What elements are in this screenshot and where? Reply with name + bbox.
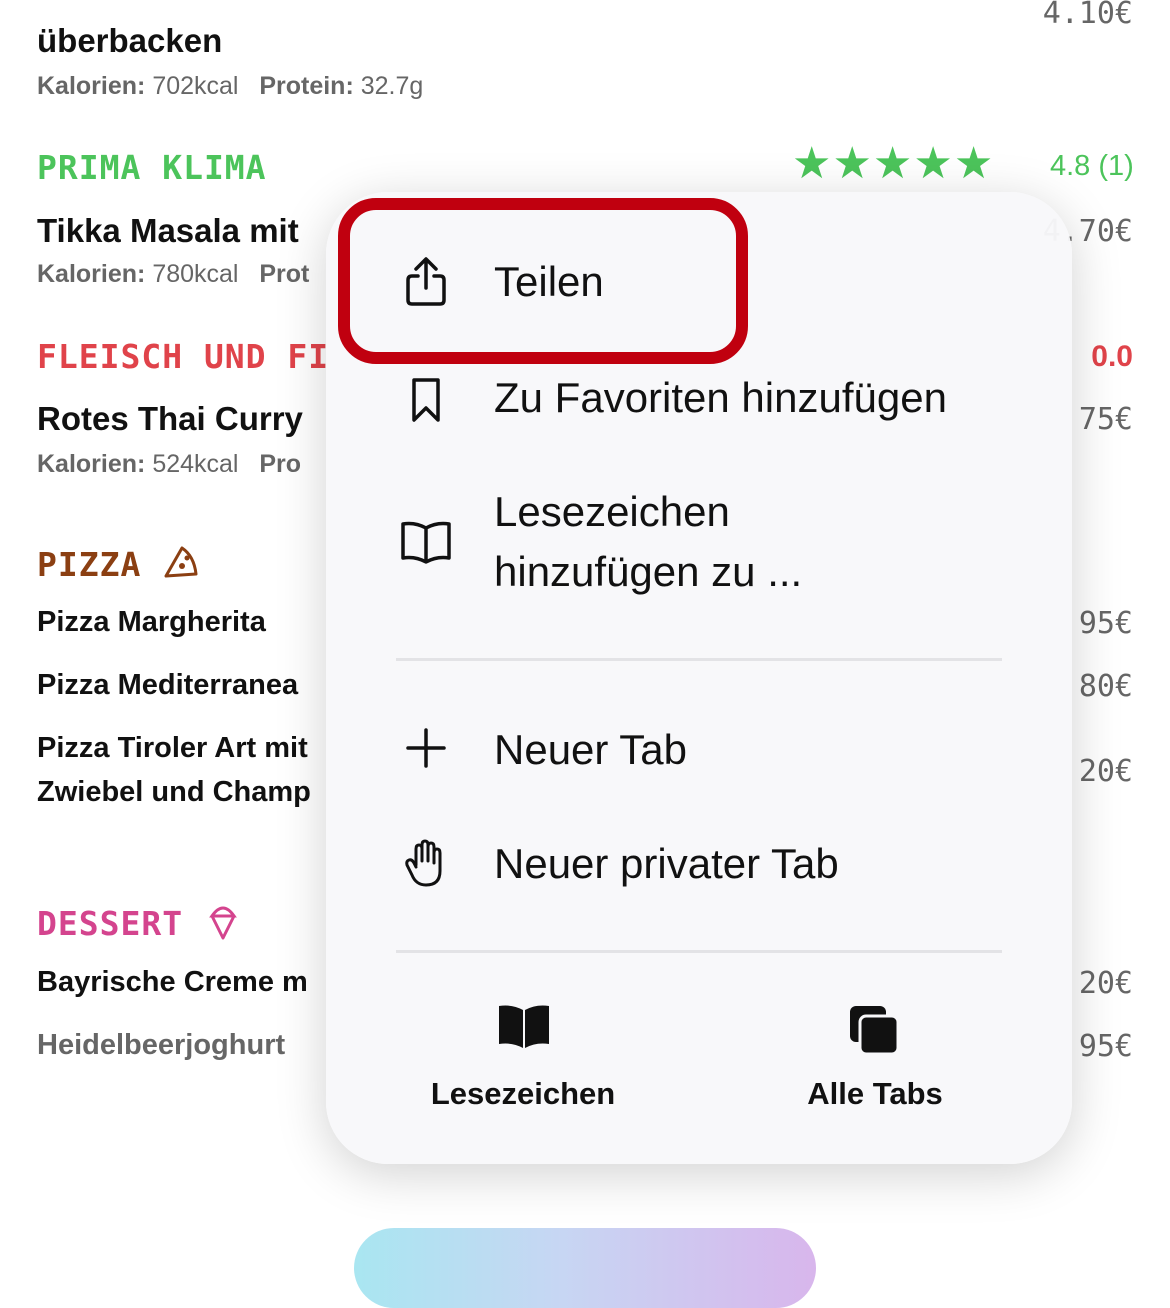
all-tabs-button[interactable]: Alle Tabs	[772, 1076, 978, 1112]
item-nutrition: Kalorien: 524kcal Pro	[37, 450, 302, 478]
category-dessert: DESSERT	[37, 904, 184, 943]
rating-stars: ★★★★★	[792, 138, 994, 189]
pizza-icon	[160, 542, 200, 587]
add-favorites-button[interactable]: Zu Favoriten hinzufügen	[494, 374, 947, 422]
pizza-item-title[interactable]: Pizza Margherita	[37, 606, 266, 639]
item-title[interactable]: Tikka Masala mit	[37, 212, 299, 250]
tabs-icon	[848, 1004, 900, 1061]
rating-value: 4.8 (1)	[1050, 150, 1134, 182]
category-pizza: PIZZA	[37, 545, 142, 584]
book-filled-icon	[496, 1004, 552, 1055]
item-nutrition: Kalorien: 780kcal Prot	[37, 260, 310, 288]
pizza-item-title[interactable]: Pizza Tiroler Art mit	[37, 732, 308, 765]
pizza-item-title-line2: Zwiebel und Champ	[37, 776, 311, 808]
dessert-item-title[interactable]: Bayrische Creme m	[37, 966, 308, 999]
star-icon: ★	[953, 139, 994, 188]
star-icon: ★	[792, 139, 832, 188]
item-price: 80€	[1078, 669, 1133, 704]
item-title[interactable]: überbacken	[37, 22, 222, 60]
highlight-box	[338, 198, 748, 364]
item-price: 95€	[1078, 1029, 1133, 1064]
dessert-item-title[interactable]: Heidelbeerjoghurt	[37, 1029, 285, 1062]
add-bookmark-to-button[interactable]: Lesezeichen	[494, 488, 730, 536]
item-nutrition: Kalorien: 702kcal Protein: 32.7g	[37, 72, 424, 100]
star-icon: ★	[913, 139, 953, 188]
hand-icon	[398, 836, 454, 892]
category-value: 0.0	[1091, 340, 1133, 373]
star-icon: ★	[832, 139, 872, 188]
item-title[interactable]: Rotes Thai Curry	[37, 400, 303, 438]
new-private-tab-button[interactable]: Neuer privater Tab	[494, 840, 839, 888]
category-fleisch: FLEISCH UND FI	[37, 337, 330, 376]
item-price: 20€	[1078, 754, 1133, 789]
plus-icon	[398, 720, 454, 776]
item-price: 75€	[1078, 402, 1133, 437]
new-tab-button[interactable]: Neuer Tab	[494, 726, 687, 774]
bookmarks-button[interactable]: Lesezeichen	[416, 1076, 630, 1112]
pizza-item-title[interactable]: Pizza Mediterranea	[37, 669, 298, 702]
menu-divider	[396, 658, 1002, 661]
item-price: 95€	[1078, 606, 1133, 641]
add-bookmark-to-line2: hinzufügen zu ...	[494, 548, 803, 595]
category-prima-klima: PRIMA KLIMA	[37, 148, 267, 187]
item-price: 4.10€	[1042, 0, 1133, 31]
bottom-action-pill[interactable]	[354, 1228, 816, 1308]
book-icon	[398, 514, 454, 570]
item-title-prev-line	[37, 0, 46, 22]
bookmark-icon	[398, 372, 454, 428]
star-icon: ★	[872, 139, 913, 188]
ice-cream-icon	[206, 902, 240, 947]
menu-divider	[396, 950, 1002, 953]
item-price: 20€	[1078, 966, 1133, 1001]
